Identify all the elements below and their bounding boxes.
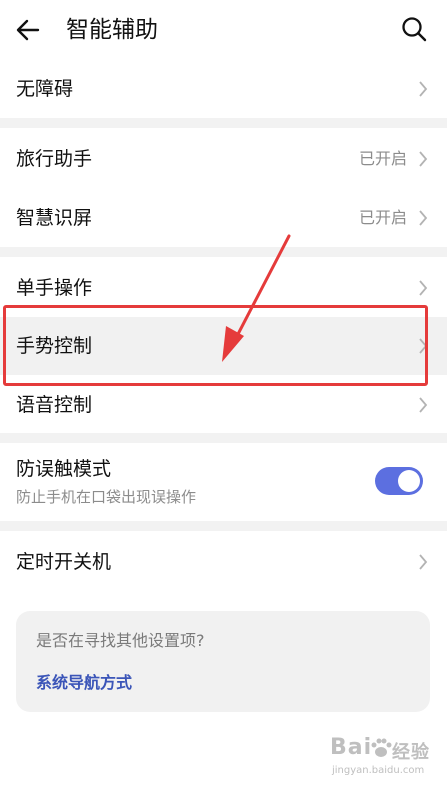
chevron-right-icon [419,554,428,570]
chevron-right-icon [419,210,428,226]
section-divider [0,247,447,257]
suggestion-link[interactable]: 系统导航方式 [36,671,132,695]
row-label: 旅行助手 [16,148,93,170]
settings-page: 智能辅助 无障碍 旅行助手 已开启 智慧识屏 已开启 单手操作 手势控制 语音控… [0,0,447,790]
chevron-right-icon [419,81,428,97]
mistouch-subtitle: 防止手机在口袋出现误操作 [16,488,197,506]
header-bar: 智能辅助 [0,0,447,60]
baidu-watermark: Bai 经验 jingyan.baidu.com [330,735,442,787]
chevron-right-icon [419,280,428,296]
mistouch-toggle[interactable] [375,467,423,495]
status-text: 已开启 [358,149,407,168]
row-label: 智慧识屏 [16,207,93,229]
section-divider [0,521,447,531]
section-divider [0,118,447,128]
row-travel-assistant[interactable]: 旅行助手 已开启 [0,130,447,188]
row-label: 无障碍 [16,78,74,100]
watermark-url: jingyan.baidu.com [332,765,425,776]
page-title: 智能辅助 [66,17,158,43]
row-scheduled-power[interactable]: 定时开关机 [0,533,447,591]
row-label: 定时开关机 [16,551,112,573]
toggle-knob [398,470,420,492]
row-accessibility[interactable]: 无障碍 [0,60,447,118]
section-divider [0,433,447,443]
chevron-right-icon [419,397,428,413]
suggestion-card: 是否在寻找其他设置项? 系统导航方式 [16,611,430,712]
back-button[interactable] [14,14,44,46]
status-text: 已开启 [358,208,407,227]
annotation-highlight-box [3,305,428,386]
search-icon [402,17,427,42]
watermark-brand: Bai [330,735,373,760]
back-arrow-icon [16,19,40,41]
row-smart-screen[interactable]: 智慧识屏 已开启 [0,189,447,247]
chevron-right-icon [419,151,428,167]
search-button[interactable] [400,15,428,43]
watermark-brand-cn: 经验 [392,742,430,763]
mistouch-title: 防误触模式 [16,458,112,480]
suggestion-question: 是否在寻找其他设置项? [36,631,205,650]
paw-icon [371,738,392,757]
